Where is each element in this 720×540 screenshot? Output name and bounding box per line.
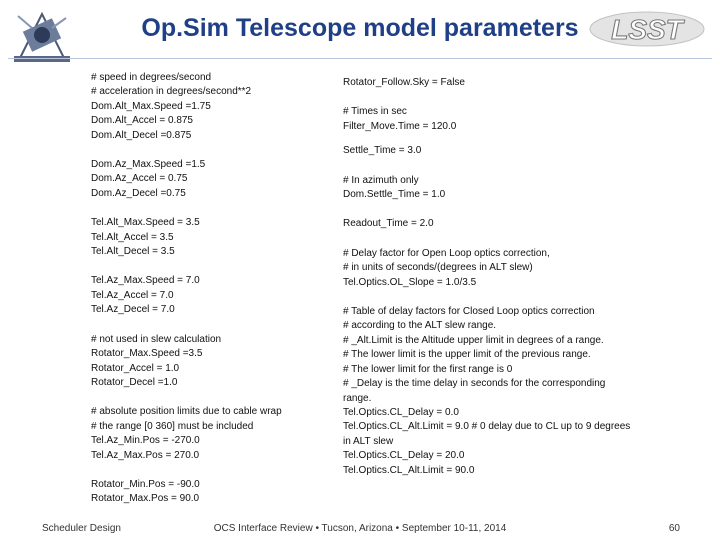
- parameter-line: Tel.Az_Decel = 7.0: [91, 304, 175, 316]
- parameter-line: # _Delay is the time delay in seconds fo…: [343, 378, 606, 390]
- lsst-logo: LSST: [589, 11, 705, 47]
- parameter-line: Tel.Alt_Decel = 3.5: [91, 246, 175, 258]
- parameter-line: # The lower limit for the first range is…: [343, 363, 513, 375]
- title-divider: [8, 58, 712, 59]
- parameter-block: # speed in degrees/second # acceleration …: [91, 71, 341, 143]
- parameter-block: # In azimuth only Dom.Settle_Time = 1.0: [343, 174, 643, 203]
- parameter-block: Readout_Time = 2.0: [343, 217, 643, 231]
- parameter-line: Rotator_Accel = 1.0: [91, 362, 180, 374]
- parameter-line: # In azimuth only: [343, 174, 419, 186]
- parameter-block: Tel.Alt_Max.Speed = 3.5 Tel.Alt_Accel = 3…: [91, 216, 341, 259]
- parameter-line: # Table of delay factors for Closed Loop…: [343, 306, 595, 318]
- parameter-line: # _Alt.Limit is the Altitude upper limit…: [343, 334, 604, 346]
- parameter-block: # absolute position limits due to cable …: [91, 405, 341, 463]
- parameter-line: Rotator_Decel =1.0: [91, 376, 178, 388]
- parameter-line: # Delay factor for Open Loop optics corr…: [343, 247, 550, 259]
- parameter-line: Tel.Optics.CL_Alt.Limit = 9.0 # 0 delay …: [343, 421, 631, 433]
- parameter-line: # speed in degrees/second: [91, 72, 212, 83]
- parameter-line: Tel.Az_Min.Pos = -270.0: [91, 435, 200, 447]
- parameter-line: Filter_Move.Time = 120.0: [343, 120, 457, 132]
- parameter-line: range.: [343, 392, 372, 404]
- parameter-line: Tel.Optics.CL_Delay = 0.0: [343, 406, 459, 418]
- parameter-line: Settle_Time = 3.0: [343, 145, 422, 157]
- footer-event-text: OCS Interface Review • Tucson, Arizona •…: [213, 523, 507, 534]
- parameter-line: # acceleration in degrees/second**2: [91, 86, 252, 98]
- parameter-line: Dom.Settle_Time = 1.0: [343, 189, 446, 201]
- parameter-line: Tel.Optics.OL_Slope = 1.0/3.5: [343, 276, 477, 288]
- parameter-line: Dom.Az_Accel = 0.75: [91, 173, 188, 185]
- parameter-line: Rotator_Follow.Sky = False: [343, 77, 465, 88]
- parameter-line: in ALT slew: [343, 435, 394, 447]
- parameter-line: # The lower limit is the upper limit of …: [343, 349, 591, 361]
- parameter-block: Rotator_Min.Pos = -90.0 Rotator_Max.Pos =…: [91, 478, 341, 507]
- parameter-line: Rotator_Max.Pos = 90.0: [91, 493, 200, 505]
- parameter-block: Tel.Az_Max.Speed = 7.0 Tel.Az_Accel = 7.0…: [91, 274, 341, 317]
- parameter-line: # according to the ALT slew range.: [343, 320, 497, 332]
- parameter-line: # absolute position limits due to cable …: [91, 406, 282, 418]
- parameter-line: Dom.Az_Decel =0.75: [91, 187, 186, 199]
- right-parameter-column: Rotator_Follow.Sky = False # Times in sec…: [343, 76, 643, 478]
- parameter-line: Dom.Alt_Max.Speed =1.75: [91, 100, 211, 112]
- parameter-block: # not used in slew calculation Rotator_Ma…: [91, 333, 341, 391]
- parameter-line: Tel.Az_Accel = 7.0: [91, 289, 174, 301]
- parameter-block: # Times in sec Filter_Move.Time = 120.0: [343, 105, 643, 134]
- parameter-line: Dom.Az_Max.Speed =1.5: [91, 159, 206, 171]
- page-number: 60: [668, 523, 680, 534]
- parameter-line: # Times in sec: [343, 106, 407, 118]
- left-parameter-column: # speed in degrees/second # acceleration …: [91, 71, 341, 507]
- lsst-logo-text: LSST: [611, 14, 685, 45]
- parameter-line: # the range [0 360] must be included: [91, 420, 254, 432]
- parameter-line: Rotator_Min.Pos = -90.0: [91, 478, 200, 490]
- parameter-line: Dom.Alt_Accel = 0.875: [91, 115, 193, 127]
- parameter-line: Dom.Alt_Decel =0.875: [91, 129, 192, 141]
- parameter-block: # Table of delay factors for Closed Loop…: [343, 305, 643, 478]
- parameter-block: Settle_Time = 3.0: [343, 144, 643, 158]
- parameter-line: # not used in slew calculation: [91, 333, 222, 345]
- parameter-line: Tel.Optics.CL_Delay = 20.0: [343, 450, 465, 462]
- parameter-line: Tel.Az_Max.Speed = 7.0: [91, 275, 200, 287]
- parameter-line: Tel.Alt_Max.Speed = 3.5: [91, 217, 200, 229]
- parameter-line: Tel.Alt_Accel = 3.5: [91, 231, 174, 243]
- parameter-block: Dom.Az_Max.Speed =1.5 Dom.Az_Accel = 0.75…: [91, 158, 341, 201]
- parameter-block: Rotator_Follow.Sky = False: [343, 76, 643, 90]
- parameter-line: Rotator_Max.Speed =3.5: [91, 348, 203, 360]
- parameter-line: Readout_Time = 2.0: [343, 218, 434, 230]
- parameter-line: # in units of seconds/(degrees in ALT sl…: [343, 262, 533, 274]
- parameter-line: Tel.Optics.CL_Alt.Limit = 90.0: [343, 464, 475, 476]
- parameter-line: Tel.Az_Max.Pos = 270.0: [91, 449, 200, 461]
- parameter-block: # Delay factor for Open Loop optics corr…: [343, 247, 643, 290]
